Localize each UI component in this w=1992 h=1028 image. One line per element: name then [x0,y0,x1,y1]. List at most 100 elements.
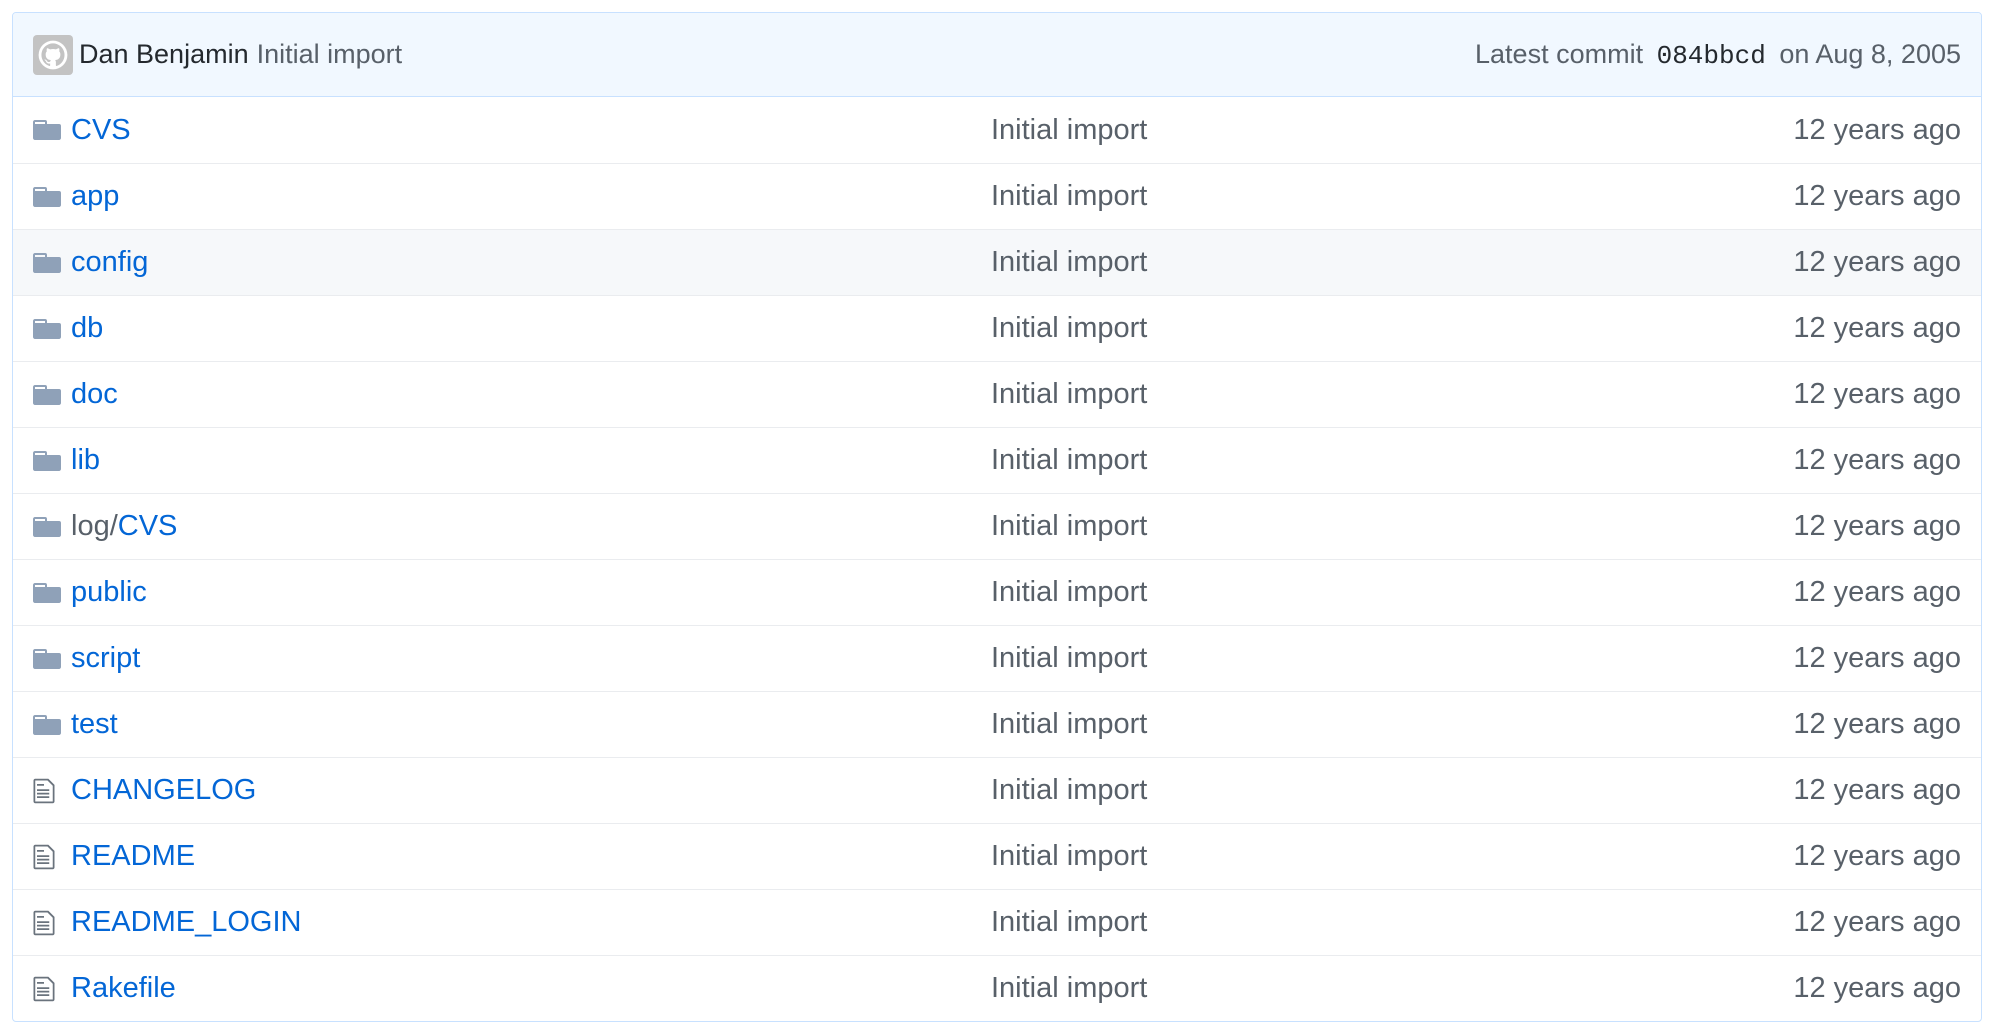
file-name-link[interactable]: CVS [71,114,991,147]
file-icon-cell [33,777,71,805]
commit-tease: Dan Benjamin Initial import Latest commi… [13,13,1981,97]
commit-age: 12 years ago [1793,246,1961,278]
file-row[interactable]: db Initial import 12 years ago [13,295,1981,361]
latest-commit-label: Latest commit [1475,38,1644,69]
file-row[interactable]: CVS Initial import 12 years ago [13,97,1981,163]
path-prefix[interactable]: log/ [71,510,118,542]
file-name[interactable]: db [71,312,103,344]
file-name[interactable]: CVS [71,114,131,146]
file-name[interactable]: CHANGELOG [71,774,256,806]
file-name-link[interactable]: app [71,180,991,213]
commit-age: 12 years ago [1793,576,1961,608]
file-row[interactable]: CHANGELOG Initial import 12 years ago [13,757,1981,823]
file-name-link[interactable]: log/CVS [71,510,991,543]
commit-message-link[interactable]: Initial import [991,510,1691,543]
folder-icon [33,648,61,669]
folder-icon-cell [33,118,71,142]
commit-date: on Aug 8, 2005 [1779,38,1961,69]
file-row[interactable]: app Initial import 12 years ago [13,163,1981,229]
commit-message[interactable]: Initial import [257,39,403,70]
file-table: Dan Benjamin Initial import Latest commi… [12,12,1982,1022]
file-name-link[interactable]: README [71,840,991,873]
file-name[interactable]: lib [71,444,100,476]
file-name[interactable]: CVS [118,510,178,542]
file-row[interactable]: Rakefile Initial import 12 years ago [13,955,1981,1021]
folder-icon [33,186,61,207]
file-list: CVS Initial import 12 years ago app Initial … [13,97,1981,1021]
file-name[interactable]: config [71,246,148,278]
avatar[interactable] [33,34,73,75]
file-row[interactable]: config Initial import 12 years ago [13,229,1981,295]
file-row[interactable]: log/CVS Initial import 12 years ago [13,493,1981,559]
commit-message-link[interactable]: Initial import [991,378,1691,411]
file-name[interactable]: Rakefile [71,972,176,1004]
commit-message-link[interactable]: Initial import [991,114,1691,147]
file-name[interactable]: app [71,180,119,212]
commit-age: 12 years ago [1793,510,1961,542]
file-icon-cell [33,975,71,1003]
file-text-icon [33,844,55,869]
commit-age: 12 years ago [1793,180,1961,212]
commit-message-link[interactable]: Initial import [991,180,1691,213]
commit-message-link[interactable]: Initial import [991,774,1691,807]
github-octocat-icon [38,40,68,69]
folder-icon [33,384,61,405]
file-name-link[interactable]: Rakefile [71,972,991,1005]
folder-icon-cell [33,713,71,737]
file-row[interactable]: public Initial import 12 years ago [13,559,1981,625]
file-row[interactable]: doc Initial import 12 years ago [13,361,1981,427]
commit-message-link[interactable]: Initial import [991,972,1691,1005]
file-row[interactable]: script Initial import 12 years ago [13,625,1981,691]
file-name-link[interactable]: test [71,708,991,741]
file-name[interactable]: README_LOGIN [71,906,301,938]
file-row[interactable]: README_LOGIN Initial import 12 years ago [13,889,1981,955]
file-row[interactable]: lib Initial import 12 years ago [13,427,1981,493]
commit-message-link[interactable]: Initial import [991,708,1691,741]
file-name-link[interactable]: doc [71,378,991,411]
file-icon-cell [33,843,71,871]
folder-icon-cell [33,515,71,539]
commit-age: 12 years ago [1793,972,1961,1004]
file-name-link[interactable]: db [71,312,991,345]
commit-message-link[interactable]: Initial import [991,906,1691,939]
commit-message-link[interactable]: Initial import [991,312,1691,345]
file-name[interactable]: README [71,840,195,872]
file-name[interactable]: doc [71,378,118,410]
file-row[interactable]: README Initial import 12 years ago [13,823,1981,889]
commit-age: 12 years ago [1793,708,1961,740]
file-text-icon [33,976,55,1001]
file-name[interactable]: test [71,708,118,740]
file-name[interactable]: public [71,576,147,608]
commit-age: 12 years ago [1793,444,1961,476]
commit-age: 12 years ago [1793,378,1961,410]
commit-author[interactable]: Dan Benjamin [79,39,249,70]
file-name-link[interactable]: script [71,642,991,675]
file-name-link[interactable]: README_LOGIN [71,906,991,939]
commit-age: 12 years ago [1793,642,1961,674]
folder-icon-cell [33,449,71,473]
file-name-link[interactable]: public [71,576,991,609]
commit-message-link[interactable]: Initial import [991,642,1691,675]
file-name-link[interactable]: lib [71,444,991,477]
file-text-icon [33,778,55,803]
file-text-icon [33,910,55,935]
folder-icon [33,318,61,339]
file-name[interactable]: script [71,642,140,674]
commit-message-link[interactable]: Initial import [991,840,1691,873]
file-icon-cell [33,909,71,937]
file-name-link[interactable]: CHANGELOG [71,774,991,807]
commit-age: 12 years ago [1793,840,1961,872]
folder-icon [33,516,61,537]
folder-icon [33,582,61,603]
commit-age: 12 years ago [1793,113,1961,146]
commit-sha-link[interactable]: 084bbcd [1657,41,1766,71]
latest-commit-info: Latest commit 084bbcd on Aug 8, 2005 [1475,39,1961,71]
commit-message-link[interactable]: Initial import [991,444,1691,477]
folder-icon-cell [33,581,71,605]
folder-icon-cell [33,647,71,671]
file-name-link[interactable]: config [71,246,991,279]
file-row[interactable]: test Initial import 12 years ago [13,691,1981,757]
commit-message-link[interactable]: Initial import [991,576,1691,609]
commit-age: 12 years ago [1793,774,1961,806]
commit-message-link[interactable]: Initial import [991,246,1691,279]
